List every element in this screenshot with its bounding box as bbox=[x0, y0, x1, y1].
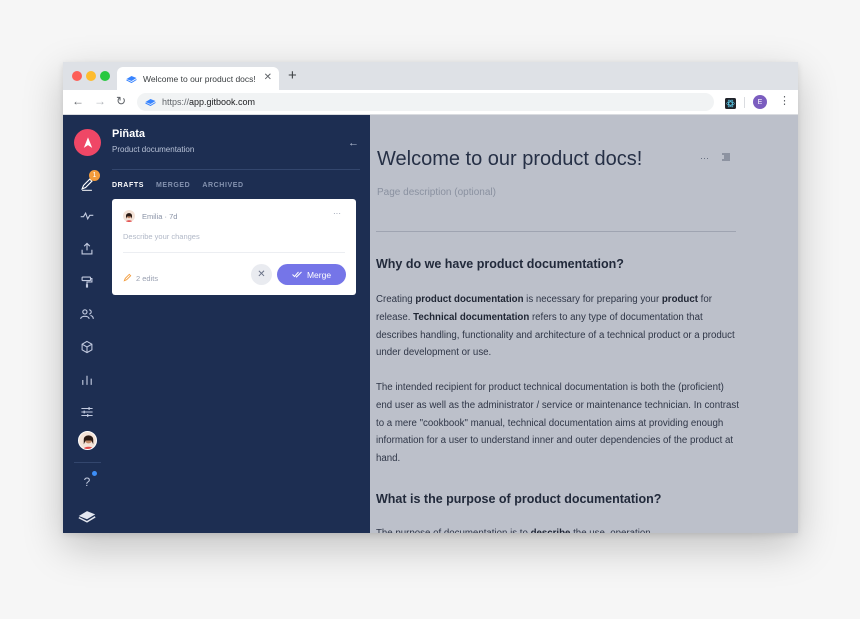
space-logo-icon[interactable] bbox=[74, 129, 101, 156]
gitbook-logo-icon[interactable] bbox=[78, 507, 96, 525]
merge-label: Merge bbox=[306, 269, 332, 280]
profile-avatar[interactable]: E bbox=[753, 95, 767, 109]
toolbar-divider bbox=[744, 97, 745, 108]
bold-text: product documentation bbox=[415, 294, 524, 305]
url-text: https://app.gitbook.com bbox=[162, 97, 256, 107]
bold-text: product bbox=[661, 294, 698, 305]
space-name[interactable]: Piñata bbox=[112, 128, 145, 140]
more-vertical-icon[interactable]: ⋮ bbox=[779, 94, 790, 107]
back-icon[interactable]: ← bbox=[72, 94, 84, 108]
bold-text: Technical documentation bbox=[413, 311, 530, 323]
maximize-window-button[interactable] bbox=[100, 71, 110, 81]
text-run: Creating bbox=[376, 294, 416, 305]
page-description-input[interactable]: Page description (optional) bbox=[377, 187, 496, 198]
text-run: is necessary for preparing your bbox=[523, 294, 662, 305]
rail-divider bbox=[74, 462, 101, 463]
integrations-cube-icon[interactable] bbox=[78, 338, 96, 356]
activity-icon[interactable] bbox=[78, 207, 96, 225]
change-description-input[interactable]: Describe your changes bbox=[123, 232, 200, 241]
merge-button[interactable]: Merge bbox=[277, 264, 346, 285]
paragraph-3[interactable]: The purpose of documentation is to descr… bbox=[376, 525, 740, 533]
space-subtitle: Product documentation bbox=[112, 145, 195, 154]
double-check-icon bbox=[292, 271, 302, 278]
browser-tab[interactable]: Welcome to our product docs! ✕ bbox=[117, 67, 279, 90]
text-run: The purpose of documentation is to bbox=[376, 528, 531, 533]
edits-count: 2 edits bbox=[123, 269, 158, 287]
close-window-button[interactable] bbox=[72, 71, 82, 81]
settings-sliders-icon[interactable] bbox=[78, 403, 96, 421]
browser-toolbar: ← → ↻ https://app.gitbook.com E ⋮ bbox=[63, 90, 798, 115]
tab-archived[interactable]: ARCHIVED bbox=[202, 182, 243, 189]
outline-icon[interactable] bbox=[721, 153, 731, 163]
draft-author: Emilia · 7d bbox=[142, 212, 178, 221]
close-tab-icon[interactable]: ✕ bbox=[264, 72, 272, 83]
more-horizontal-icon[interactable]: ··· bbox=[700, 153, 709, 163]
site-favicon-icon bbox=[145, 93, 156, 111]
paint-roller-icon[interactable] bbox=[78, 273, 96, 291]
pencil-icon bbox=[123, 269, 132, 287]
title-actions: ··· bbox=[700, 153, 731, 163]
gitbook-favicon-icon bbox=[126, 70, 137, 88]
page-title[interactable]: Welcome to our product docs! bbox=[377, 148, 642, 171]
edits-label: 2 edits bbox=[136, 273, 159, 283]
new-tab-button[interactable]: + bbox=[288, 67, 297, 84]
analytics-icon[interactable] bbox=[78, 371, 96, 389]
tab-merged[interactable]: MERGED bbox=[156, 182, 190, 189]
members-icon[interactable] bbox=[78, 305, 96, 323]
card-divider bbox=[123, 252, 345, 253]
gitbook-app: 1 ? Piñata Product documentation ← DRAFT… bbox=[63, 115, 798, 533]
draft-card[interactable]: Emilia · 7d ··· Describe your changes 2 … bbox=[112, 199, 356, 295]
page-editor: Welcome to our product docs! ··· Page de… bbox=[370, 115, 798, 533]
user-avatar[interactable] bbox=[78, 431, 97, 450]
content-divider bbox=[376, 231, 736, 232]
more-horizontal-icon[interactable]: ··· bbox=[333, 209, 341, 218]
collapse-arrow-icon[interactable]: ← bbox=[348, 137, 359, 149]
drafts-tabs: DRAFTS MERGED ARCHIVED bbox=[112, 182, 244, 189]
heading-why[interactable]: Why do we have product documentation? bbox=[376, 257, 624, 271]
heading-purpose[interactable]: What is the purpose of product documenta… bbox=[376, 492, 661, 506]
browser-window: Welcome to our product docs! ✕ + ← → ↻ h… bbox=[63, 62, 798, 533]
forward-icon[interactable]: → bbox=[94, 94, 106, 108]
text-run: the use, operation bbox=[570, 528, 651, 533]
icon-rail: 1 ? bbox=[63, 115, 112, 533]
drafts-panel: Piñata Product documentation ← DRAFTS ME… bbox=[112, 115, 370, 533]
bold-text: describe bbox=[531, 528, 571, 533]
reload-icon[interactable]: ↻ bbox=[116, 94, 126, 108]
tab-bar: Welcome to our product docs! ✕ + bbox=[63, 62, 798, 90]
tab-drafts[interactable]: DRAFTS bbox=[112, 182, 144, 189]
address-bar[interactable]: https://app.gitbook.com bbox=[137, 93, 714, 111]
paragraph-1[interactable]: Creating product documentation is necess… bbox=[376, 291, 740, 362]
panel-divider bbox=[112, 169, 360, 170]
tab-title: Welcome to our product docs! bbox=[143, 73, 256, 84]
minimize-window-button[interactable] bbox=[86, 71, 96, 81]
paragraph-2[interactable]: The intended recipient for product techn… bbox=[376, 379, 740, 468]
react-devtools-icon[interactable] bbox=[725, 96, 736, 109]
share-icon[interactable] bbox=[78, 240, 96, 258]
discard-draft-button[interactable]: ✕ bbox=[251, 264, 272, 285]
help-notification-dot bbox=[92, 471, 97, 476]
author-avatar bbox=[123, 210, 135, 222]
drafts-count-badge: 1 bbox=[89, 170, 100, 181]
